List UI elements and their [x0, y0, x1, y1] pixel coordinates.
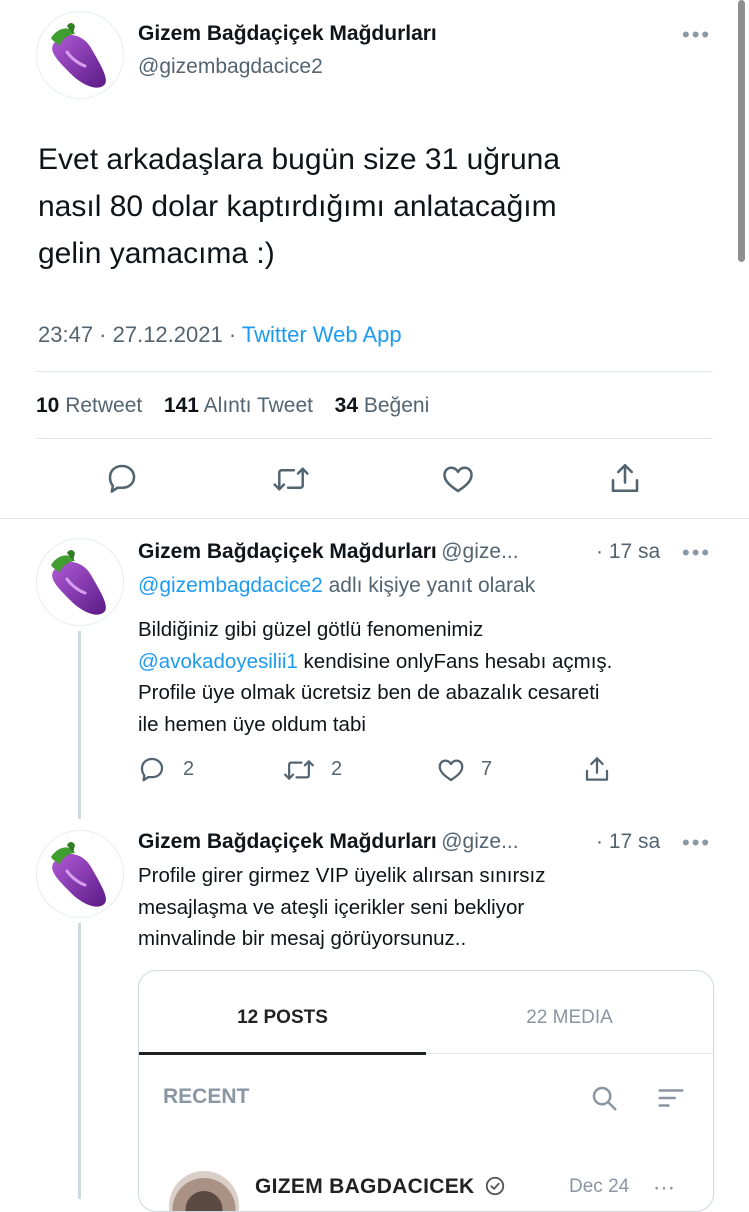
- reply-text-line: Bildiğiniz gibi güzel götlü fenomenimiz: [138, 618, 484, 641]
- reply-time[interactable]: · 17 sa: [596, 540, 660, 564]
- avatar[interactable]: [36, 11, 124, 99]
- reply-text-line: mesajlaşma ve ateşli içerikler seni bekl…: [138, 895, 525, 919]
- replying-to: @gizembagdacice2 adlı kişiye yanıt olara…: [138, 574, 535, 598]
- author-handle[interactable]: @gize...: [441, 540, 518, 563]
- like-icon: [438, 759, 464, 782]
- mention-link[interactable]: @avokadoyesilii1: [138, 650, 298, 673]
- retweet-count: 2: [331, 758, 343, 780]
- reply-text-line: ile hemen üye oldum tabi: [138, 712, 366, 736]
- share-icon: [611, 463, 639, 493]
- tab-media[interactable]: 22 MEDIA: [426, 1007, 713, 1029]
- section-label: RECENT: [163, 1085, 250, 1108]
- likes-label: Beğeni: [358, 394, 430, 417]
- tweet-source-link[interactable]: Twitter Web App: [242, 322, 402, 347]
- reply-button[interactable]: [137, 754, 167, 784]
- share-button[interactable]: [607, 459, 643, 497]
- section-divider: [0, 518, 749, 519]
- reply-header: Gizem Bağdaçiçek Mağdurları @gize...: [138, 540, 519, 564]
- retweets-stat[interactable]: 10 Retweet: [36, 394, 142, 417]
- author-name[interactable]: Gizem Bağdaçiçek Mağdurları: [138, 22, 437, 46]
- retweets-count: 10: [36, 394, 60, 417]
- verified-icon: [484, 1175, 506, 1197]
- share-button[interactable]: [582, 753, 612, 785]
- like-button[interactable]: [436, 755, 466, 785]
- tweet-text-line: nasıl 80 dolar kaptırdığımı anlatacağım: [38, 190, 557, 223]
- scrollbar-thumb[interactable]: [738, 0, 745, 262]
- replying-to-link[interactable]: @gizembagdacice2: [138, 574, 323, 597]
- thread-line: [78, 631, 81, 819]
- retweets-label: Retweet: [59, 394, 143, 417]
- tabs-divider: [426, 1053, 713, 1054]
- reply-text-line: Profile üye olmak ücretsiz ben de abazal…: [138, 681, 600, 704]
- divider: [36, 371, 713, 372]
- quotes-label: Alıntı Tweet: [198, 394, 313, 417]
- quotes-stat[interactable]: 141 Alıntı Tweet: [164, 394, 313, 417]
- reply-text-line: Profile girer girmez VIP üyelik alırsan …: [138, 864, 546, 887]
- reply-icon: [108, 464, 136, 493]
- author-name[interactable]: Gizem Bağdaçiçek Mağdurları: [138, 830, 437, 853]
- like-icon: [443, 466, 473, 493]
- eggplant-icon: [51, 23, 106, 88]
- tweet-stats: 10 Retweet 141 Alıntı Tweet 34 Beğeni: [36, 394, 429, 418]
- likes-count: 34: [334, 394, 359, 417]
- author-handle[interactable]: @gizembagdacice2: [138, 55, 323, 79]
- attached-image[interactable]: 12 POSTS 22 MEDIA RECENT GIZEM BAGDACICE…: [138, 970, 714, 1212]
- reply-text-fragment: kendisine onlyFans hesabı açmış.: [297, 649, 613, 673]
- retweet-button[interactable]: [272, 461, 310, 497]
- tweet-text: Evet arkadaşlara bugün size 31 uğruna na…: [38, 136, 560, 277]
- search-icon[interactable]: [589, 1083, 619, 1113]
- like-button[interactable]: [440, 461, 476, 497]
- tweet-text-line: Evet arkadaşlara bugün size 31 uğruna: [38, 143, 561, 176]
- thread-line: [78, 923, 81, 1199]
- more-options-icon[interactable]: •••: [682, 22, 711, 48]
- post-date: Dec 24: [569, 1176, 630, 1197]
- retweet-icon: [273, 467, 309, 491]
- reply-text-line: @avokadoyesilii1 kendisine onlyFans hesa…: [138, 646, 612, 678]
- tweet-text-line: gelin yamacıma :): [38, 237, 275, 270]
- reply-time[interactable]: · 17 sa: [596, 830, 660, 854]
- quotes-count: 141: [163, 394, 199, 417]
- retweet-icon: [284, 760, 314, 780]
- reply-text: Bildiğiniz gibi güzel götlü fenomenimiz …: [138, 614, 612, 740]
- more-options-icon[interactable]: •••: [682, 540, 711, 566]
- tweet-timestamp: 23:47 · 27.12.2021 · Twitter Web App: [38, 322, 402, 348]
- replying-to-label: adlı kişiye yanıt olarak: [322, 574, 536, 597]
- eggplant-icon: [51, 550, 106, 615]
- avatar[interactable]: [36, 830, 124, 918]
- tab-active-indicator: [139, 1052, 426, 1055]
- post-avatar: [169, 1171, 239, 1211]
- sort-icon[interactable]: [656, 1083, 686, 1113]
- reply-header: Gizem Bağdaçiçek Mağdurları @gize...: [138, 830, 519, 854]
- divider: [36, 438, 713, 439]
- retweet-button[interactable]: [283, 755, 315, 785]
- more-options-icon[interactable]: ⋯: [653, 1175, 677, 1201]
- post-author: GIZEM BAGDACICEK: [255, 1175, 475, 1198]
- likes-stat[interactable]: 34 Beğeni: [335, 394, 430, 417]
- like-count: 7: [481, 758, 493, 780]
- tweet-time[interactable]: 23:47 · 27.12.2021 ·: [38, 322, 242, 347]
- tab-posts[interactable]: 12 POSTS: [139, 1007, 426, 1029]
- author-handle[interactable]: @gize...: [441, 830, 518, 853]
- reply-button[interactable]: [104, 460, 140, 496]
- reply-icon: [140, 757, 164, 782]
- more-options-icon[interactable]: •••: [682, 830, 711, 856]
- eggplant-icon: [51, 842, 106, 907]
- reply-text: Profile girer girmez VIP üyelik alırsan …: [138, 860, 545, 955]
- reply-text-line: minvalinde bir mesaj görüyorsunuz..: [138, 927, 467, 950]
- avatar[interactable]: [36, 538, 124, 626]
- share-icon: [585, 757, 609, 781]
- author-name[interactable]: Gizem Bağdaçiçek Mağdurları: [138, 540, 437, 563]
- reply-count: 2: [183, 758, 195, 780]
